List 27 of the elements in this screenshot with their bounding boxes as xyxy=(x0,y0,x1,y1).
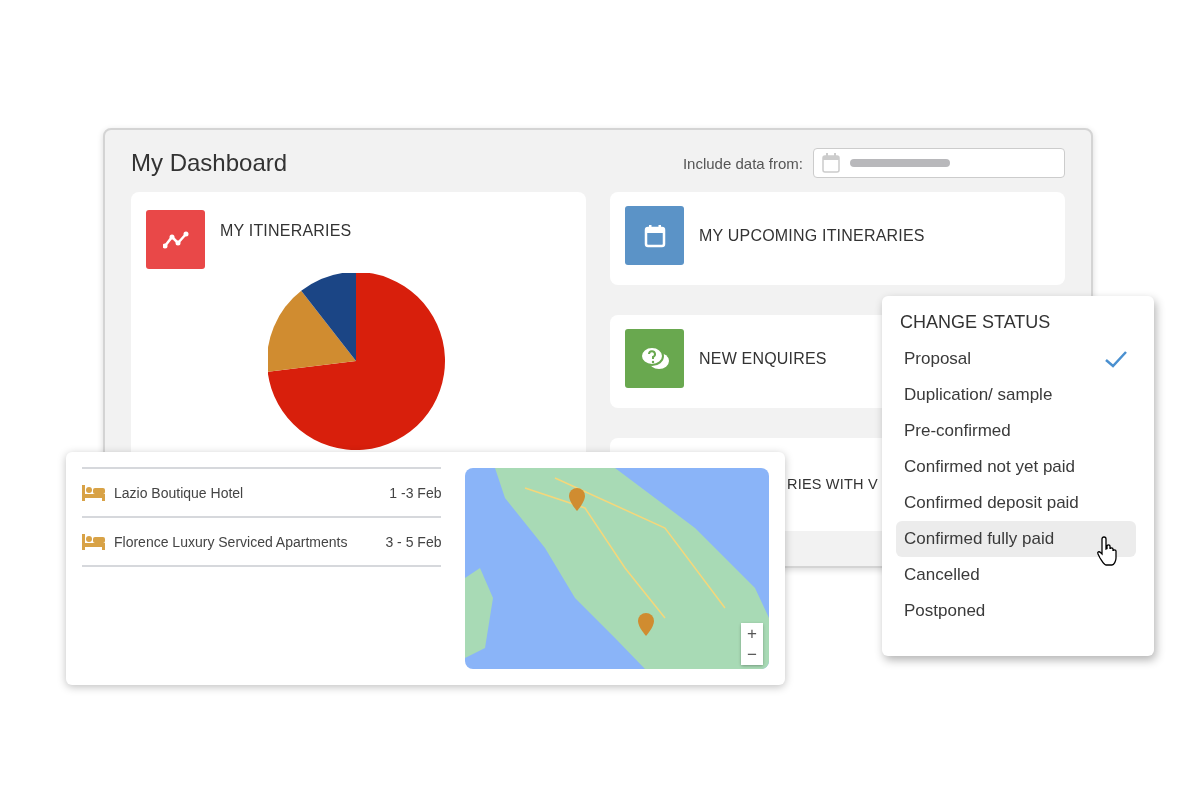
booking-name: Florence Luxury Serviced Apartments xyxy=(114,533,349,550)
zoom-in-button[interactable]: + xyxy=(741,623,763,644)
date-field[interactable] xyxy=(813,148,1065,178)
line-chart-icon xyxy=(162,230,189,249)
bed-icon xyxy=(82,484,105,501)
map[interactable]: + − xyxy=(465,468,769,669)
bed-icon xyxy=(82,533,105,550)
chat-bubbles-icon xyxy=(639,345,670,372)
menu-item[interactable]: Confirmed deposit paid xyxy=(896,485,1136,521)
booking-dates: 1 -3 Feb xyxy=(389,484,442,501)
zoom-out-button[interactable]: − xyxy=(741,644,763,665)
stat-card[interactable]: MY UPCOMING ITINERARIES xyxy=(610,192,1065,285)
booking-name: Lazio Boutique Hotel xyxy=(114,484,245,501)
dashboard-title: My Dashboard xyxy=(131,149,288,177)
calendar-icon xyxy=(643,223,666,248)
menu-item[interactable]: Confirmed not yet paid xyxy=(896,449,1136,485)
menu-title: CHANGE STATUS xyxy=(900,312,1052,333)
card-title: MY ITINERARIES xyxy=(220,222,352,240)
menu-item[interactable]: Postponed xyxy=(896,593,1136,629)
filter-label: Include data from: xyxy=(682,154,803,172)
card-title: RIES WITH V xyxy=(787,476,878,492)
menu-item[interactable]: Pre-confirmed xyxy=(896,413,1136,449)
booking-dates: 3 - 5 Feb xyxy=(385,533,442,550)
card-title: MY UPCOMING ITINERARIES xyxy=(699,226,925,245)
menu-item[interactable]: Cancelled xyxy=(896,557,1136,593)
card-title: NEW ENQUIRES xyxy=(699,349,827,368)
calendar-icon xyxy=(822,153,840,173)
